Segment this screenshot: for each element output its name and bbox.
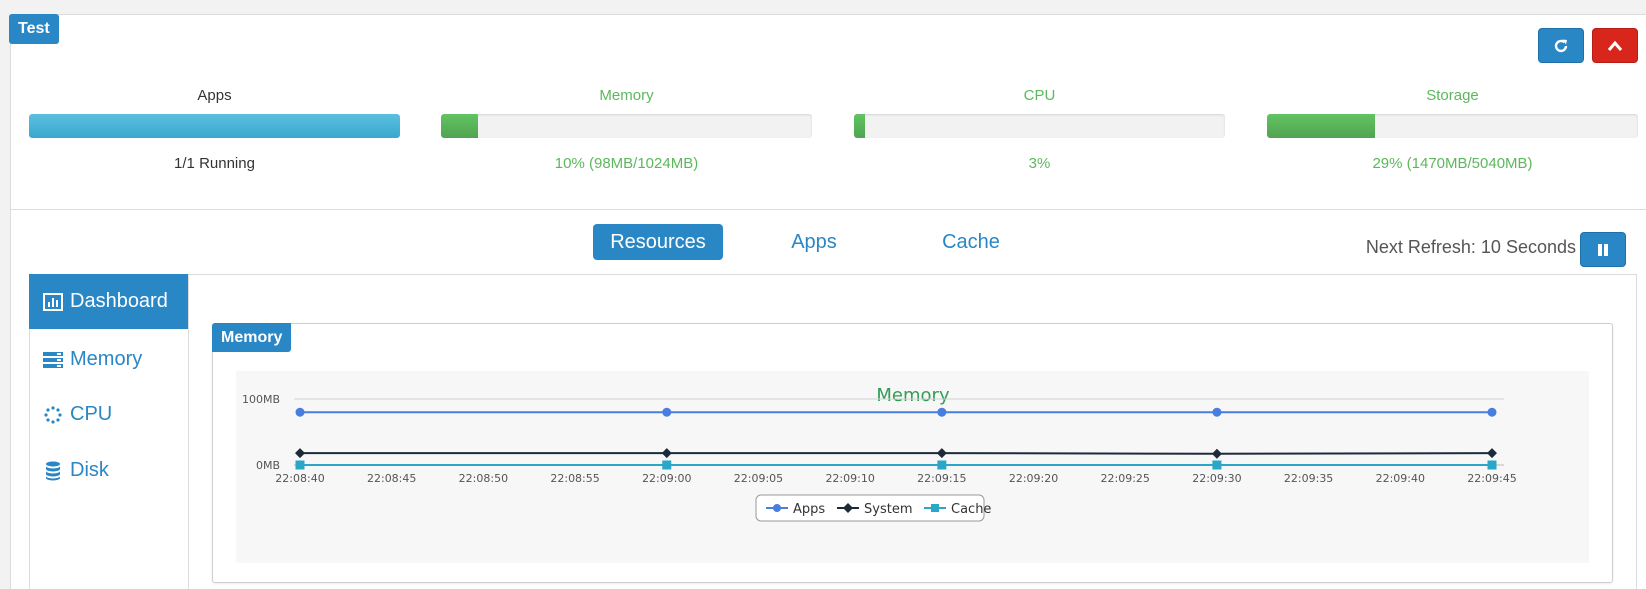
pause-button[interactable] — [1580, 232, 1626, 267]
y-tick-label: 0MB — [256, 459, 280, 472]
sidebar-item-disk[interactable]: Disk — [29, 443, 188, 498]
data-point — [661, 448, 672, 459]
data-point — [662, 407, 672, 417]
x-tick-label: 22:09:40 — [1376, 472, 1425, 485]
stat-storage: Storage 29% (1470MB/5040MB) — [1267, 84, 1638, 174]
x-tick-label: 22:08:40 — [275, 472, 324, 485]
tab-resources[interactable]: Resources — [593, 224, 723, 260]
stat-label: Apps — [197, 87, 232, 104]
sidebar-item-label: Dashboard — [70, 290, 168, 312]
stat-label: Storage — [1426, 87, 1479, 104]
bar-chart-icon — [43, 292, 63, 312]
x-tick-label: 22:09:30 — [1192, 472, 1241, 485]
data-point — [295, 460, 305, 470]
chevron-up-icon — [1607, 40, 1623, 51]
refresh-button[interactable] — [1538, 28, 1584, 63]
progress-fill — [441, 114, 479, 138]
progress-fill — [854, 114, 866, 138]
sidebar: Dashboard Memory CPU Disk — [29, 274, 189, 589]
database-icon — [43, 461, 63, 481]
x-tick-label: 22:08:55 — [550, 472, 599, 485]
progress-bar-storage — [1267, 114, 1638, 138]
chart-title: Memory — [876, 385, 950, 406]
stat-value: 29% (1470MB/5040MB) — [1372, 155, 1533, 172]
next-refresh-text: Next Refresh: 10 Seconds — [1365, 237, 1576, 257]
data-point — [1212, 460, 1222, 470]
sidebar-item-label: Disk — [70, 459, 109, 481]
tab-cache[interactable]: Cache — [921, 224, 1021, 260]
server-icon — [43, 350, 63, 370]
data-point — [937, 460, 947, 470]
progress-fill — [29, 114, 400, 138]
progress-bar-cpu — [854, 114, 1225, 138]
x-tick-label: 22:09:25 — [1101, 472, 1150, 485]
legend-marker — [773, 504, 781, 512]
memory-chart: Memory 100MB 0MB 22:08:40 22:08:45 22:08:50… — [242, 385, 1517, 522]
collapse-button[interactable] — [1592, 28, 1638, 63]
x-tick-label: 22:09:20 — [1009, 472, 1058, 485]
legend-label: Apps — [793, 502, 825, 517]
y-tick-label: 100MB — [242, 393, 280, 406]
panel-title: Test — [9, 14, 59, 44]
x-tick-label: 22:09:10 — [825, 472, 874, 485]
data-point — [1211, 448, 1222, 459]
stat-memory: Memory 10% (98MB/1024MB) — [441, 84, 812, 174]
stat-cpu: CPU 3% — [854, 84, 1225, 174]
refresh-icon — [1554, 39, 1568, 52]
x-tick-label: 22:09:45 — [1467, 472, 1516, 485]
data-point — [936, 448, 947, 459]
sidebar-item-memory[interactable]: Memory — [29, 332, 188, 387]
sidebar-item-dashboard[interactable]: Dashboard — [29, 274, 188, 329]
x-tick-label: 22:08:45 — [367, 472, 416, 485]
progress-bar-memory — [441, 114, 812, 138]
stat-value: 1/1 Running — [174, 155, 255, 172]
x-tick-label: 22:08:50 — [459, 472, 508, 485]
series-line-system — [300, 452, 1493, 455]
data-point — [1487, 407, 1497, 417]
sidebar-item-label: CPU — [70, 403, 113, 425]
stat-value: 10% (98MB/1024MB) — [554, 155, 699, 172]
legend-label: Cache — [951, 502, 991, 517]
stat-value: 3% — [1028, 155, 1051, 172]
data-point — [937, 407, 947, 417]
sidebar-item-label: Memory — [70, 348, 143, 370]
stat-label: Memory — [599, 87, 654, 104]
stat-label: CPU — [1023, 87, 1056, 104]
x-tick-label: 22:09:00 — [642, 472, 691, 485]
x-tick-label: 22:09:15 — [917, 472, 966, 485]
legend-label: System — [864, 502, 912, 517]
data-point — [1487, 448, 1497, 459]
x-tick-label: 22:09:35 — [1284, 472, 1333, 485]
data-point — [295, 448, 305, 459]
divider — [10, 209, 1646, 210]
progress-bar-apps — [29, 114, 400, 138]
memory-panel-title: Memory — [212, 323, 292, 352]
data-point — [1487, 460, 1497, 470]
data-point — [295, 407, 305, 417]
legend-marker — [931, 504, 939, 512]
data-point — [1212, 407, 1222, 417]
pause-icon — [1598, 243, 1608, 256]
progress-fill — [1267, 114, 1375, 138]
sidebar-item-cpu[interactable]: CPU — [29, 387, 188, 442]
x-tick-label: 22:09:05 — [734, 472, 783, 485]
data-point — [662, 460, 672, 470]
spinner-icon — [43, 405, 63, 425]
tab-apps[interactable]: Apps — [764, 224, 864, 260]
stat-apps: Apps 1/1 Running — [29, 84, 400, 174]
